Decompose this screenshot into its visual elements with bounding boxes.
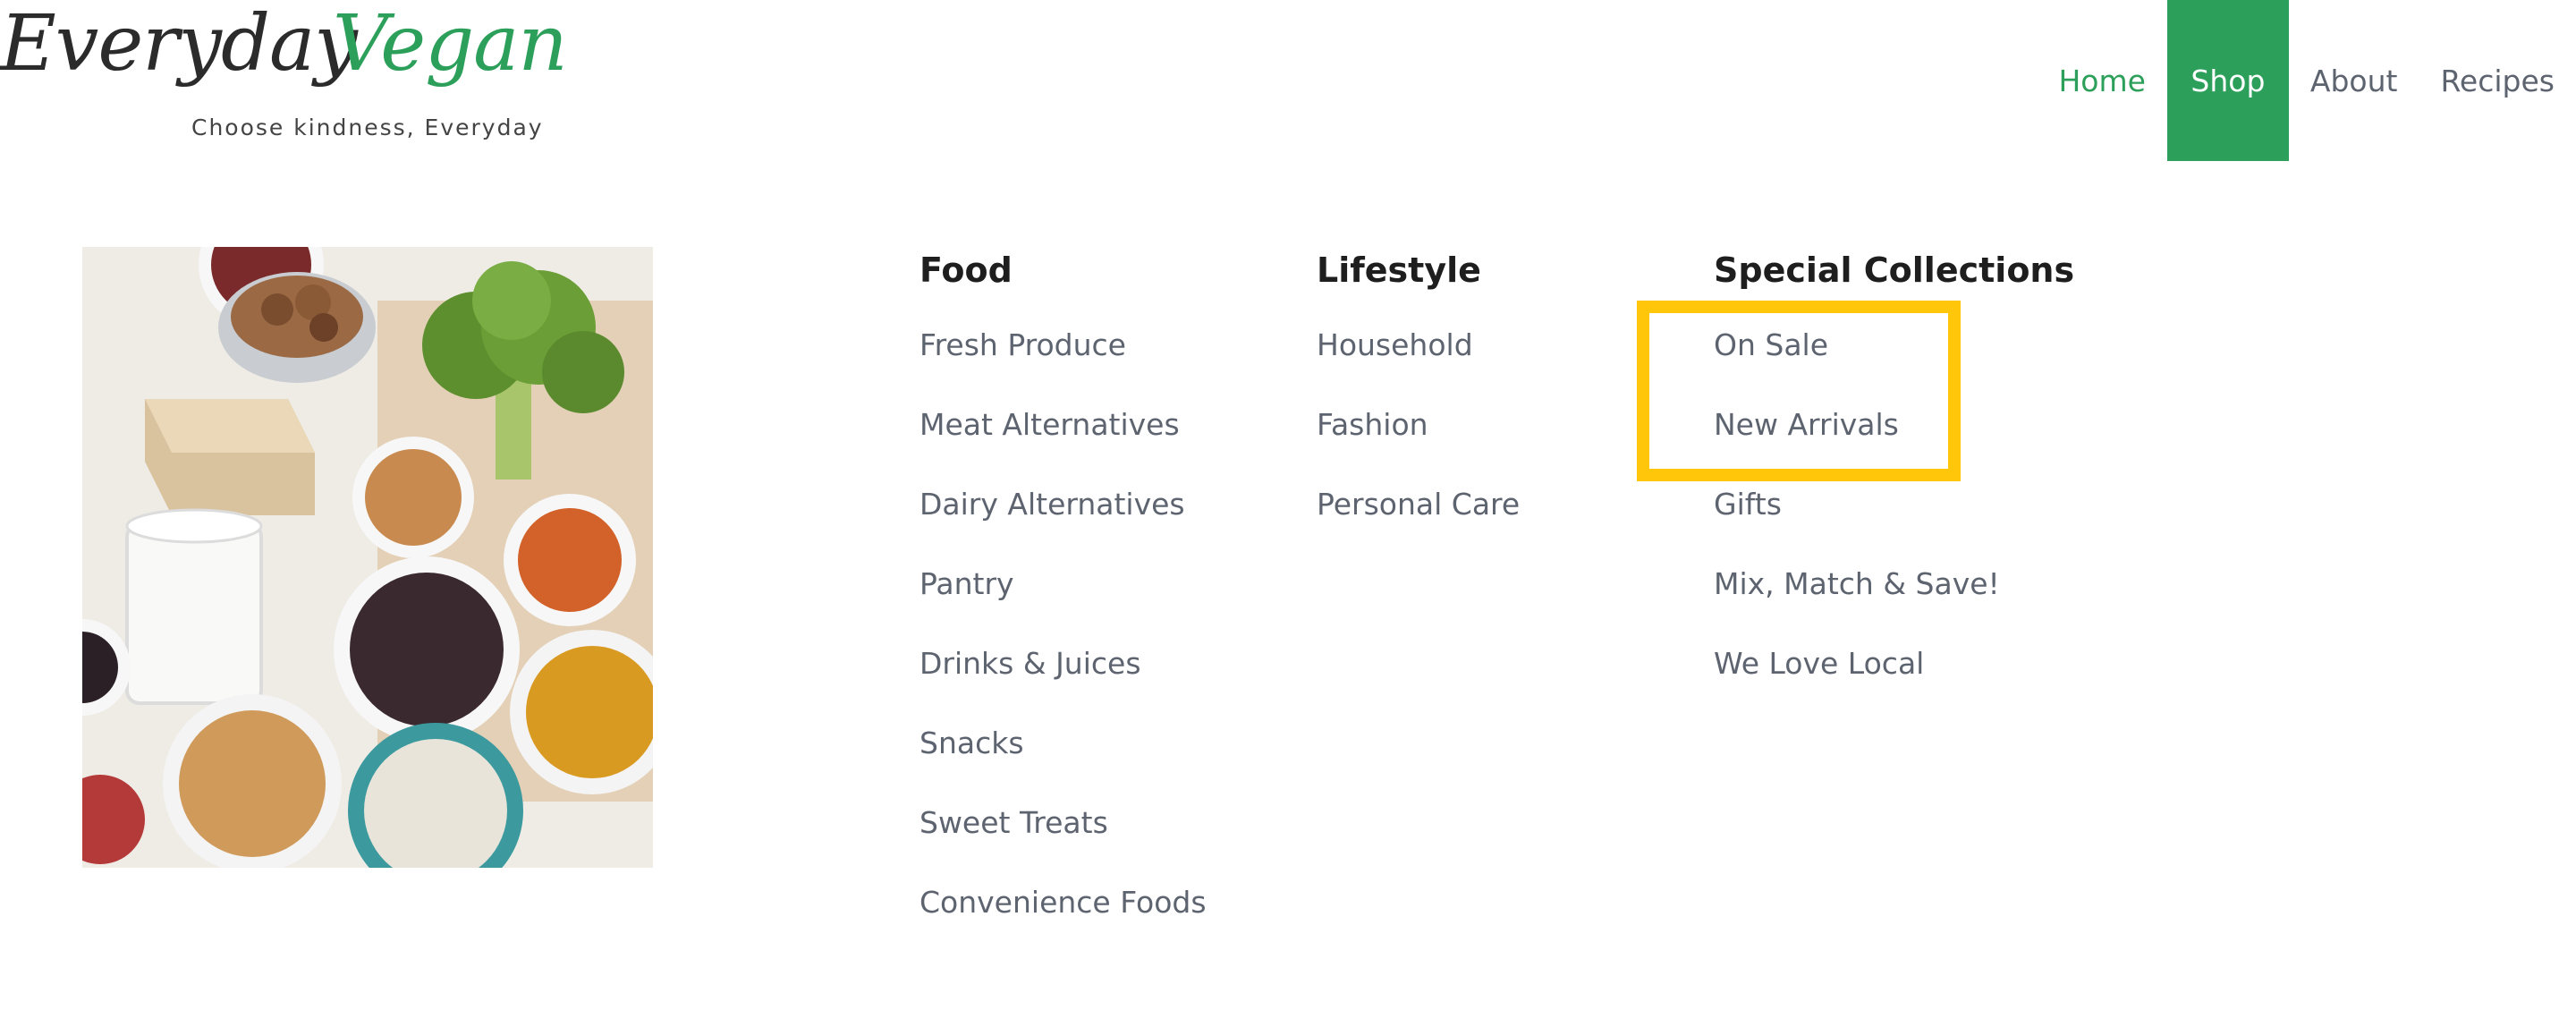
- column-heading-lifestyle: Lifestyle: [1317, 250, 1481, 290]
- highlight-box: [1637, 301, 1961, 481]
- logo-word-everyday: Everyday: [0, 0, 358, 89]
- menu-link-drinks-juices[interactable]: Drinks & Juices: [919, 646, 1207, 726]
- menu-feature-image: [82, 247, 653, 868]
- menu-link-fashion[interactable]: Fashion: [1317, 407, 1520, 487]
- menu-link-pantry[interactable]: Pantry: [919, 566, 1207, 646]
- menu-link-fresh-produce[interactable]: Fresh Produce: [919, 327, 1207, 407]
- menu-column-food: Food Fresh Produce Meat Alternatives Dai…: [919, 247, 1207, 964]
- page: Everyday Vegan Choose kindness, Everyday…: [0, 0, 2576, 1027]
- menu-link-convenience-foods[interactable]: Convenience Foods: [919, 885, 1207, 964]
- menu-link-snacks[interactable]: Snacks: [919, 726, 1207, 805]
- menu-link-dairy-alternatives[interactable]: Dairy Alternatives: [919, 487, 1207, 566]
- nav-about[interactable]: About: [2289, 0, 2419, 161]
- menu-link-personal-care[interactable]: Personal Care: [1317, 487, 1520, 566]
- menu-link-sweet-treats[interactable]: Sweet Treats: [919, 805, 1207, 885]
- menu-link-we-love-local[interactable]: We Love Local: [1714, 646, 2074, 726]
- menu-link-gifts[interactable]: Gifts: [1714, 487, 2074, 566]
- menu-link-mix-match-save[interactable]: Mix, Match & Save!: [1714, 566, 2074, 646]
- logo-word-vegan: Vegan: [333, 0, 568, 89]
- menu-column-lifestyle: Lifestyle Household Fashion Personal Car…: [1317, 247, 1520, 566]
- main-nav: Home Shop About Recipes: [2037, 0, 2576, 161]
- lifestyle-links: Household Fashion Personal Care: [1317, 327, 1520, 566]
- vegan-ingredients-illustration: [82, 247, 653, 868]
- nav-shop[interactable]: Shop: [2166, 0, 2289, 161]
- nav-home[interactable]: Home: [2037, 0, 2166, 161]
- column-heading-special-collections: Special Collections: [1714, 250, 2075, 290]
- menu-link-meat-alternatives[interactable]: Meat Alternatives: [919, 407, 1207, 487]
- nav-recipes[interactable]: Recipes: [2419, 0, 2576, 161]
- food-links: Fresh Produce Meat Alternatives Dairy Al…: [919, 327, 1207, 964]
- column-heading-food: Food: [919, 250, 1013, 290]
- menu-link-household[interactable]: Household: [1317, 327, 1520, 407]
- site-logo[interactable]: Everyday Vegan Choose kindness, Everyday: [0, 0, 568, 152]
- logo-tagline: Choose kindness, Everyday: [191, 115, 544, 140]
